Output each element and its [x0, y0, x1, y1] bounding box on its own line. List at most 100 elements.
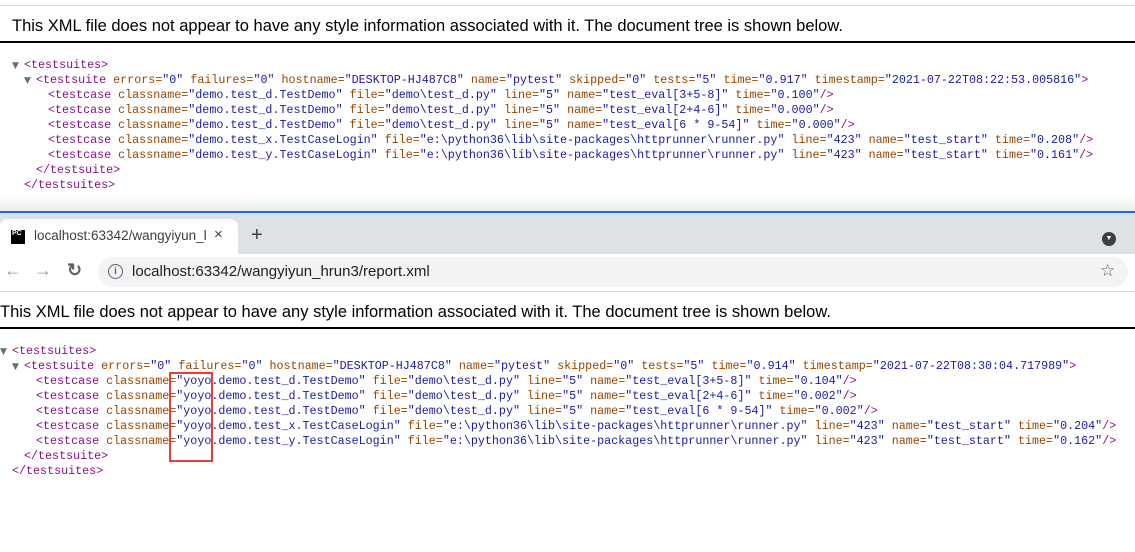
attr-name: name=: [891, 434, 927, 448]
pycharm-favicon-icon: PC: [11, 230, 25, 244]
quote: ": [1003, 419, 1011, 433]
tag-self-close: />: [840, 118, 855, 132]
attr-value-name: pytest: [513, 73, 556, 87]
attr-value-classname: demo.test_y.TestCaseLogin: [195, 148, 371, 162]
quote: ": [539, 88, 547, 102]
attr-value-classname: demo.test_d.TestDemo: [195, 88, 336, 102]
testsuite-open-tag: <testsuite: [24, 359, 95, 373]
quote: ": [856, 404, 864, 418]
tag-end: >: [1081, 73, 1089, 87]
notice-divider-top: [0, 41, 1135, 43]
attr-value-file: e:\python36\lib\site-packages\httprunner…: [426, 148, 778, 162]
attr-value-time: 0.161: [1037, 148, 1073, 162]
quote: ": [814, 404, 822, 418]
quote: ": [1030, 133, 1038, 147]
testsuite-close-tag: </testsuite>: [24, 449, 109, 463]
tab-search-icon[interactable]: ▼: [1102, 232, 1116, 246]
attr-value-classname: demo.test_x.TestCaseLogin: [195, 133, 371, 147]
quote: ": [489, 103, 497, 117]
attr-value-time: 0.000: [777, 103, 813, 117]
quote: ": [746, 359, 754, 373]
attr-value-time: 0.917: [765, 73, 801, 87]
quote: ": [826, 148, 834, 162]
quote: ": [539, 103, 547, 117]
browser-toolbar: ← → ↻ i localhost:63342/wangyiyun_hrun3/…: [0, 254, 1135, 292]
highlight-box: [169, 372, 213, 462]
xml-tree-top: ▼ <testsuites> ▼ <testsuite errors="0" fail…: [12, 58, 1093, 193]
attr-name: file=: [384, 148, 420, 162]
xml-line: </testsuites>: [12, 178, 1093, 193]
testcase-row: <testcase classname="demo.test_y.TestCas…: [12, 148, 1093, 163]
attr-name: line=: [503, 103, 540, 117]
attr-name: classname=: [118, 88, 189, 102]
attr-name: name=: [590, 389, 626, 403]
back-button[interactable]: ←: [4, 260, 22, 281]
testcase-row: <testcase classname="yoyo.demo.test_y.Te…: [0, 434, 1116, 449]
quote: ": [555, 73, 563, 87]
xml-line: ▼ <testsuite errors="0" failures="0" host…: [0, 359, 1116, 374]
testcase-tag: <testcase: [36, 404, 100, 418]
quote: ": [854, 133, 862, 147]
attr-name: time=: [758, 374, 794, 388]
attr-name: file=: [349, 103, 385, 117]
attr-name: file=: [407, 419, 443, 433]
tab-strip: PC localhost:63342/wangyiyun_hrun3/repor…: [0, 213, 1135, 254]
attr-name: classname=: [118, 103, 189, 117]
attr-name: line=: [503, 118, 540, 132]
attr-name: name=: [590, 404, 626, 418]
attr-name: classname=: [106, 404, 177, 418]
quote: ": [926, 419, 934, 433]
quote: ": [980, 133, 988, 147]
attr-name: skipped=: [557, 359, 614, 373]
attr-name: time=: [758, 389, 794, 403]
xml-line: ▼ <testsuite errors="0" failures="0" host…: [12, 73, 1093, 88]
new-tab-button[interactable]: +: [251, 225, 263, 245]
attr-value-time: 0.000: [798, 118, 834, 132]
quote: ": [926, 434, 934, 448]
url-text[interactable]: localhost:63342/wangyiyun_hrun3/report.x…: [132, 263, 430, 280]
attr-name: classname=: [118, 133, 189, 147]
attr-name: time=: [994, 133, 1030, 147]
quote: ": [505, 73, 513, 87]
collapse-toggle-icon[interactable]: ▼: [12, 59, 24, 74]
attr-name: classname=: [106, 419, 177, 433]
attr-name: time=: [779, 404, 815, 418]
tag-self-close: />: [1079, 148, 1094, 162]
quote: ": [721, 103, 729, 117]
quote: ": [835, 374, 843, 388]
collapse-toggle-icon[interactable]: ▼: [0, 345, 12, 360]
attr-value-name: test_start: [933, 434, 1004, 448]
attr-value-classname: yoyo.demo.test_x.TestCaseLogin: [183, 419, 394, 433]
info-icon[interactable]: i: [108, 264, 123, 279]
attr-value-time: 0.162: [1060, 434, 1096, 448]
forward-button[interactable]: →: [34, 260, 52, 281]
quote: ": [758, 73, 766, 87]
tag-self-close: />: [863, 404, 878, 418]
attr-value-time: 0.914: [753, 359, 789, 373]
attr-name: name=: [891, 419, 927, 433]
quote: ": [332, 359, 340, 373]
quote: ": [793, 389, 801, 403]
attr-name: name=: [458, 359, 494, 373]
close-icon[interactable]: ×: [214, 226, 223, 243]
browser-tab[interactable]: PC localhost:63342/wangyiyun_hrun3/repor…: [0, 219, 238, 254]
reload-button[interactable]: ↻: [67, 260, 82, 281]
bookmark-star-icon[interactable]: ☆: [1100, 261, 1115, 281]
collapse-toggle-icon[interactable]: ▼: [24, 74, 36, 89]
quote: ": [164, 359, 172, 373]
quote: ": [744, 389, 752, 403]
collapse-toggle-icon[interactable]: ▼: [12, 360, 24, 375]
attr-value-file: demo\test_d.py: [414, 389, 513, 403]
attr-name: classname=: [106, 374, 177, 388]
attr-name: errors=: [113, 73, 163, 87]
quote: ": [512, 389, 520, 403]
attr-name: name=: [567, 118, 603, 132]
attr-value-line: 423: [833, 133, 855, 147]
address-bar[interactable]: i localhost:63342/wangyiyun_hrun3/report…: [98, 257, 1128, 287]
attr-value-name: test_start: [910, 133, 981, 147]
quote: ": [335, 118, 343, 132]
attr-name: line=: [527, 374, 563, 388]
quote: ": [407, 374, 415, 388]
attr-name: classname=: [106, 389, 177, 403]
attr-name: line=: [814, 434, 850, 448]
